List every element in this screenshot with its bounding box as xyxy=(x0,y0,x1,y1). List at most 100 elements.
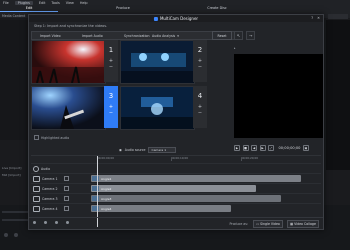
host-tabs: Edit Produce Create Disc xyxy=(0,6,350,12)
stage-lights-image xyxy=(121,41,194,83)
import-video-button[interactable]: Import Video xyxy=(40,33,61,38)
gear-icon[interactable] xyxy=(4,233,8,237)
sync-method-select[interactable]: Audio Analysis ▾ xyxy=(152,33,179,38)
audio-icon xyxy=(33,165,39,172)
dialog-title: MultiCam Designer xyxy=(153,16,198,21)
remove-icon[interactable]: − xyxy=(109,110,113,116)
slot-3[interactable]: 3 + − xyxy=(104,86,118,128)
single-video-label: Single Video xyxy=(260,222,280,226)
stop-icon[interactable]: ■ xyxy=(242,145,249,151)
highlighted-audio-option[interactable]: Highlighted audio xyxy=(34,135,69,140)
camera-grid: 1 + − 2 + − 3 + − 4 + − xyxy=(31,40,233,132)
checkbox[interactable] xyxy=(34,135,39,140)
single-video-button[interactable]: ▭ Single Video xyxy=(253,220,283,228)
multicam-designer-dialog: MultiCam Designer ? ✕ Step 1: Import and… xyxy=(28,14,324,230)
track-name: Camera 3 xyxy=(42,196,58,201)
clip-angle4[interactable]: Angle4 xyxy=(91,205,231,212)
audio-source-select[interactable]: Camera 1 xyxy=(148,147,177,153)
track-camera-3: Camera 3 Angle3 xyxy=(31,193,321,203)
lock-icon[interactable] xyxy=(63,196,69,201)
timecode: 00;00;00;00 xyxy=(278,146,301,150)
snap-icon[interactable] xyxy=(44,221,47,224)
track-label: Camera 2 xyxy=(33,185,69,192)
track-label: Camera 4 xyxy=(33,205,69,212)
snapshot-icon[interactable]: ▣ xyxy=(302,145,309,151)
timeline-ruler[interactable]: 00;00;00;00 00;00;10;00 00;00;20;00 xyxy=(31,155,321,162)
import-audio-button[interactable]: Import Audio xyxy=(82,33,103,38)
host-right-control[interactable] xyxy=(328,14,348,19)
host-menu-edit[interactable]: Edit xyxy=(39,1,46,5)
slot-1[interactable]: 1 + − xyxy=(104,40,118,82)
next-frame-icon[interactable]: ▶ xyxy=(259,145,266,151)
ruler-tick xyxy=(171,158,172,161)
track-name: Camera 2 xyxy=(42,186,58,191)
lock-icon[interactable] xyxy=(63,176,69,181)
concert-crowd-image xyxy=(32,41,105,83)
host-left-panel: Live [Import] Mid [Import] xyxy=(0,20,28,177)
camera-4-thumbnail[interactable] xyxy=(120,86,195,130)
track-camera-4: Camera 4 Angle4 xyxy=(31,203,321,213)
preview-marker-icon: ▸ xyxy=(234,46,236,50)
camera-1-thumbnail[interactable] xyxy=(31,40,106,84)
track-name: Camera 1 xyxy=(42,176,58,181)
audio-source-value: Camera 1 xyxy=(151,148,167,152)
track-camera-2: Camera 2 Angle2 xyxy=(31,183,321,193)
host-label-mid: Mid [Import] xyxy=(2,173,21,177)
host-menu-file[interactable]: File xyxy=(3,1,9,5)
camera-icon xyxy=(33,205,40,212)
zoom-icon[interactable] xyxy=(33,221,36,224)
lock-icon[interactable] xyxy=(63,186,69,191)
remove-icon[interactable]: − xyxy=(198,110,202,116)
camera-3-thumbnail[interactable] xyxy=(31,86,106,130)
audio-source-icon: ◉ xyxy=(119,148,122,152)
ruler-label: 00;00;00;00 xyxy=(97,156,115,160)
slot-number: 3 xyxy=(108,92,114,100)
prev-frame-icon[interactable]: ◀ xyxy=(251,145,257,151)
fit-icon[interactable] xyxy=(66,221,69,224)
host-menu-tools[interactable]: Tools xyxy=(51,1,59,5)
host-menu-help[interactable]: Help xyxy=(80,1,88,5)
fullscreen-icon[interactable]: ⤢ xyxy=(268,145,274,151)
slot-2[interactable]: 2 + − xyxy=(193,40,207,82)
dialog-titlebar: MultiCam Designer ? ✕ xyxy=(29,15,323,22)
tab-edit[interactable]: Edit xyxy=(0,6,58,12)
track-audio: Audio xyxy=(31,163,321,173)
host-menu-view[interactable]: View xyxy=(66,1,74,5)
track-label: Audio xyxy=(33,165,50,172)
tab-produce[interactable]: Produce xyxy=(94,6,152,12)
remove-icon[interactable]: − xyxy=(109,64,113,70)
tab-create-disc[interactable]: Create Disc xyxy=(188,6,246,12)
play-icon[interactable]: ▶ xyxy=(234,145,240,151)
gear-icon[interactable] xyxy=(14,233,18,237)
track-camera-1: Camera 1 Angle1 xyxy=(31,173,321,183)
host-label-live: Live [Import] xyxy=(2,166,22,170)
lock-icon[interactable] xyxy=(63,206,69,211)
ruler-label: 00;00;10;00 xyxy=(171,156,189,160)
clip-name: Angle3 xyxy=(101,196,112,201)
video-collage-icon: ▦ xyxy=(290,222,294,226)
remove-icon[interactable]: − xyxy=(198,64,202,70)
video-collage-button[interactable]: ▦ Video Collage xyxy=(287,220,319,228)
pointer-icon[interactable]: ↖ xyxy=(234,31,243,40)
ruler-tick xyxy=(241,158,242,161)
highlighted-audio-label: Highlighted audio xyxy=(41,135,70,140)
slot-4[interactable]: 4 + − xyxy=(193,86,207,128)
slot-number: 1 xyxy=(108,46,114,54)
host-menu-plugins[interactable]: Plugins xyxy=(14,1,33,5)
clip-angle2[interactable]: Angle2 xyxy=(91,185,256,192)
produce-as-label: Produce as: xyxy=(229,222,248,226)
slot-number: 2 xyxy=(197,46,203,54)
clip-name: Angle2 xyxy=(101,186,112,191)
clip-angle3[interactable]: Angle3 xyxy=(91,195,281,202)
synchronization-label: Synchronization xyxy=(124,33,150,38)
reset-button[interactable]: Reset xyxy=(212,31,232,40)
close-icon[interactable]: ✕ xyxy=(317,16,320,20)
clip-angle1[interactable]: Angle1 xyxy=(91,175,301,182)
link-icon[interactable]: ⊸ xyxy=(246,31,255,40)
host-right-panel xyxy=(326,20,350,170)
marker-icon[interactable] xyxy=(55,221,58,224)
help-icon[interactable]: ? xyxy=(311,16,313,20)
camera-2-thumbnail[interactable] xyxy=(120,40,195,84)
track-label: Camera 3 xyxy=(33,195,69,202)
import-toolbar: Import Video Import Audio Synchronizatio… xyxy=(31,31,235,40)
